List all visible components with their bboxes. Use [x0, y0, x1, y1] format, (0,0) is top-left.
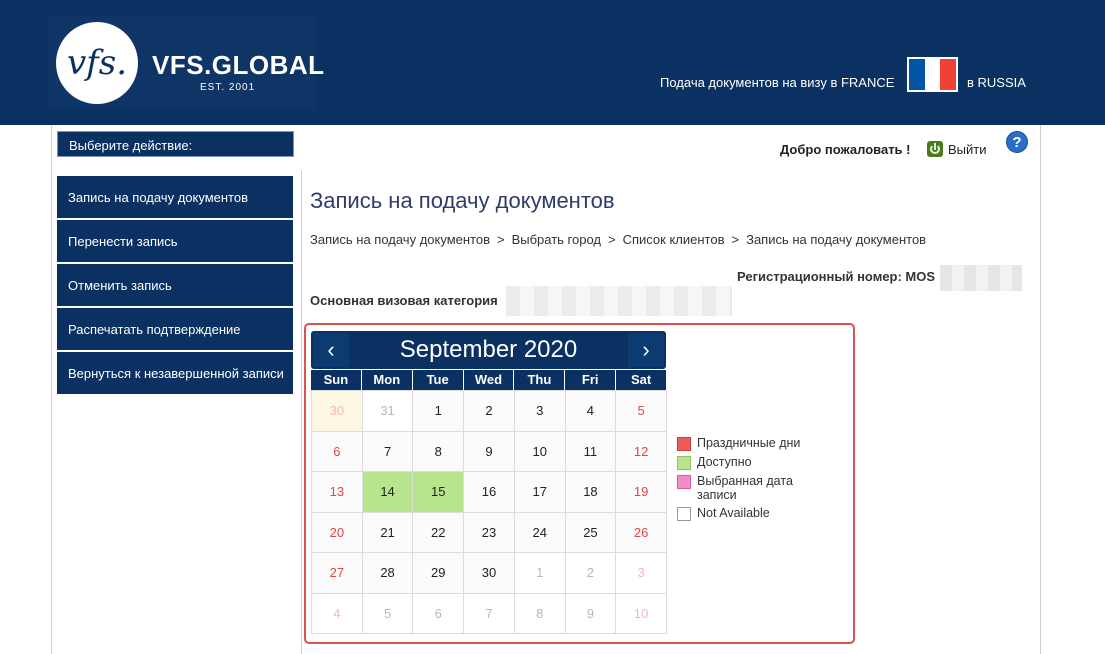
calendar-day-other-month: 3 [616, 553, 667, 594]
next-month-button[interactable]: › [628, 333, 664, 367]
calendar-day: 19 [616, 472, 667, 513]
calendar-day-available[interactable]: 14 [362, 472, 414, 513]
calendar-day-other-month: 4 [312, 593, 363, 634]
calendar-day: 7 [362, 431, 414, 472]
legend-item-selected: Выбранная дата записи [677, 474, 807, 502]
visa-category-label: Основная визовая категория [310, 293, 498, 308]
flag-white-stripe [924, 59, 941, 90]
breadcrumb-separator: > [731, 232, 740, 247]
calendar-day-other-month: 1 [514, 553, 566, 594]
calendar-day: 10 [514, 431, 566, 472]
calendar-month-title: September 2020 [399, 336, 578, 363]
calendar-day: 6 [312, 431, 363, 472]
breadcrumb: Запись на подачу документов > Выбрать горо… [310, 232, 926, 247]
calendar-day: 26 [616, 512, 667, 553]
legend-item-available: Доступно [677, 455, 807, 470]
calendar-day: 3 [514, 391, 566, 432]
sidebar-item-print-confirmation[interactable]: Распечатать подтверждение [57, 308, 293, 350]
logo-emblem: vfs. [56, 22, 138, 104]
breadcrumb-item-book[interactable]: Запись на подачу документов [310, 232, 490, 247]
calendar-day: 2 [464, 391, 515, 432]
power-icon[interactable] [927, 141, 943, 157]
registration-number-redacted [940, 265, 1022, 291]
sidebar-title: Выберите действие: [57, 131, 294, 157]
calendar-day: 13 [312, 472, 363, 513]
breadcrumb-item-city[interactable]: Выбрать город [512, 232, 601, 247]
calendar-day: 1 [413, 391, 465, 432]
breadcrumb-separator: > [608, 232, 616, 247]
weekday-wed: Wed [463, 370, 515, 390]
sidebar-item-book-appointment[interactable]: Запись на подачу документов [57, 176, 293, 218]
calendar-day: 28 [362, 553, 414, 594]
weekday-mon: Mon [361, 370, 413, 390]
calendar-day: 22 [413, 512, 465, 553]
logo-est: EST. 2001 [200, 82, 256, 93]
calendar-day: 11 [565, 431, 617, 472]
calendar-day-other-month: 5 [362, 593, 414, 634]
legend-item-not-available: Not Available [677, 506, 807, 521]
prev-month-button[interactable]: ‹ [313, 333, 349, 367]
help-icon[interactable]: ? [1006, 131, 1028, 153]
legend-swatch-selected [677, 475, 691, 489]
sidebar-item-resume-booking[interactable]: Вернуться к незавершенной записи [57, 352, 293, 394]
calendar-day: 20 [312, 512, 363, 553]
breadcrumb-item-clients[interactable]: Список клиентов [623, 232, 725, 247]
calendar-day-other-month: 30 [312, 391, 363, 432]
calendar-day-other-month: 2 [565, 553, 617, 594]
sidebar-item-reschedule[interactable]: Перенести запись [57, 220, 293, 262]
weekday-header-row: Sun Mon Tue Wed Thu Fri Sat [311, 370, 667, 390]
welcome-text: Добро пожаловать ! [780, 142, 911, 157]
calendar-day: 21 [362, 512, 414, 553]
calendar-day: 25 [565, 512, 617, 553]
calendar-day: 27 [312, 553, 363, 594]
calendar-day-other-month: 10 [616, 593, 667, 634]
calendar-day: 29 [413, 553, 465, 594]
weekday-sat: Sat [616, 370, 667, 390]
calendar-day-other-month: 7 [464, 593, 515, 634]
breadcrumb-separator: > [496, 232, 505, 247]
logout-link[interactable]: Выйти [948, 142, 987, 157]
header: vfs. VFS.GLOBAL EST. 2001 Подача докумен… [0, 0, 1105, 125]
calendar-legend: Праздничные дни Доступно Выбранная дата … [677, 436, 807, 525]
calendar-day: 8 [413, 431, 465, 472]
logo-name: VFS.GLOBAL [152, 50, 325, 80]
france-flag-icon [907, 57, 958, 92]
legend-swatch-available [677, 456, 691, 470]
weekday-fri: Fri [565, 370, 617, 390]
weekday-thu: Thu [514, 370, 566, 390]
calendar-day: 17 [514, 472, 566, 513]
legend-swatch-not-available [677, 507, 691, 521]
calendar-day: 12 [616, 431, 667, 472]
legend-item-holiday: Праздничные дни [677, 436, 807, 451]
calendar-day-other-month: 8 [514, 593, 566, 634]
vfs-logo[interactable]: vfs. VFS.GLOBAL EST. 2001 [48, 16, 324, 110]
flag-blue-stripe [909, 59, 925, 90]
divider [301, 170, 302, 654]
calendar-day-other-month: 9 [565, 593, 617, 634]
calendar-day: 5 [616, 391, 667, 432]
page-title: Запись на подачу документов [310, 188, 615, 213]
sidebar-item-cancel[interactable]: Отменить запись [57, 264, 293, 306]
calendar-day: 30 [464, 553, 515, 594]
calendar-day: 24 [514, 512, 566, 553]
visa-category-redacted [506, 286, 732, 316]
weekday-tue: Tue [412, 370, 464, 390]
weekday-sun: Sun [311, 370, 362, 390]
breadcrumb-item-current: Запись на подачу документов [746, 232, 927, 247]
calendar-header: ‹ September 2020 › [311, 331, 666, 369]
calendar-day-available[interactable]: 15 [413, 472, 465, 513]
mission-country-text: в RUSSIA [967, 75, 1026, 90]
calendar-grid: 30 31 1 2 3 4 5 6 7 8 9 10 11 12 13 14 15 16 17 18 19 20 21 22 2… [311, 390, 667, 634]
visa-country-text: Подача документов на визу в FRANCE [660, 75, 895, 90]
calendar-day: 16 [464, 472, 515, 513]
calendar-day-other-month: 31 [362, 391, 414, 432]
calendar-day-other-month: 6 [413, 593, 465, 634]
flag-red-stripe [940, 59, 957, 90]
calendar-day: 18 [565, 472, 617, 513]
legend-swatch-holiday [677, 437, 691, 451]
registration-number-label: Регистрационный номер: MOS [737, 269, 936, 284]
calendar-day: 4 [565, 391, 617, 432]
calendar-day: 23 [464, 512, 515, 553]
calendar-day: 9 [464, 431, 515, 472]
